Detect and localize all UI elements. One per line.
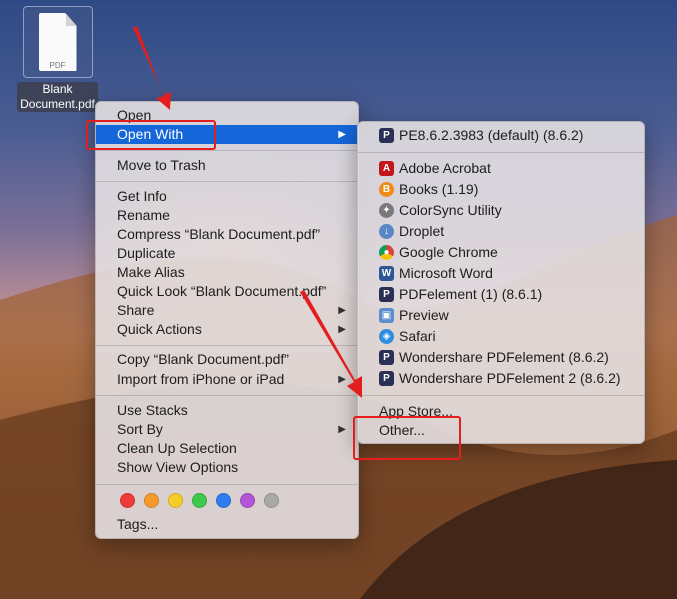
annotation-arrow-icon [133,26,362,398]
